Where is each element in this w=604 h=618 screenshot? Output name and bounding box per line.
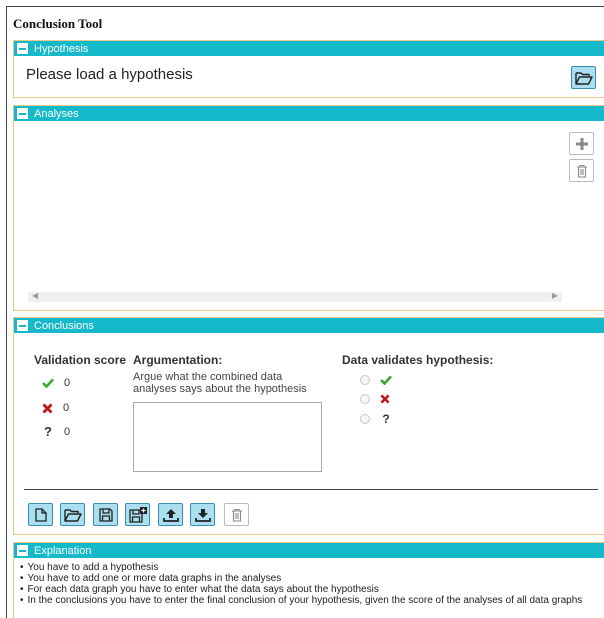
radio-rejected[interactable] [360,394,370,404]
analyses-header: Analyses [14,106,604,121]
download-icon [194,508,211,522]
conclusions-section: Conclusions Validation score Argumentati… [13,317,604,535]
new-file-button[interactable] [28,503,53,526]
save-icon [98,507,113,522]
validation-score-title: Validation score [34,353,127,367]
delete-conclusion-button[interactable] [224,503,249,526]
save-button[interactable] [93,503,118,526]
conclusions-header: Conclusions [14,318,604,333]
hypothesis-header-label: Hypothesis [34,42,89,55]
add-analysis-button[interactable] [569,132,594,155]
list-item: For each data graph you have to enter wh… [20,584,582,595]
score-confirmed-value: 0 [64,377,71,389]
question-icon: ? [44,424,52,439]
download-button[interactable] [190,503,215,526]
question-icon: ? [382,412,390,426]
explanation-header-label: Explanation [34,544,92,557]
check-icon [42,378,54,388]
score-unknown-value: 0 [64,425,71,438]
app-title: Conclusion Tool [13,16,103,31]
hypothesis-placeholder: Please load a hypothesis [26,66,193,83]
score-unknown-row: ? 0 [42,424,70,439]
load-hypothesis-button[interactable] [571,66,596,89]
analyses-section: Analyses ◀ ▶ [13,105,604,311]
explanation-section: Explanation You have to add a hypothesis… [13,542,604,618]
scroll-left-arrow-icon[interactable]: ◀ [32,291,38,300]
list-item: You have to add a hypothesis [20,562,582,573]
argumentation-textarea[interactable] [133,402,322,472]
save-as-icon [128,506,147,523]
explanation-list: You have to add a hypothesis You have to… [20,562,583,606]
score-rejected-row: 0 [42,402,69,414]
new-file-icon [34,507,47,522]
list-item: You have to add one or more data graphs … [20,573,582,584]
collapse-analyses-button[interactable] [17,108,28,119]
trash-icon [231,508,242,522]
open-folder-icon [63,508,82,522]
cross-icon [42,403,53,413]
collapse-explanation-button[interactable] [17,545,28,556]
validation-option-unknown[interactable]: ? [360,412,392,426]
collapse-hypothesis-button[interactable] [17,43,28,54]
hypothesis-section: Hypothesis Please load a hypothesis [13,40,604,98]
collapse-conclusions-button[interactable] [17,320,28,331]
cross-icon [380,394,390,404]
open-file-button[interactable] [60,503,85,526]
validation-option-confirmed[interactable] [360,375,392,385]
hypothesis-header: Hypothesis [14,41,604,56]
argumentation-title: Argumentation: [133,353,223,367]
save-as-button[interactable] [125,503,150,526]
score-confirmed-row: 0 [42,377,70,389]
argumentation-hint: Argue what the combined data analyses sa… [133,371,307,395]
conclusions-header-label: Conclusions [34,319,94,332]
plus-icon [575,137,588,150]
upload-button[interactable] [158,503,183,526]
conclusions-divider [24,489,598,490]
folder-open-icon [574,71,593,85]
validation-option-rejected[interactable] [360,394,390,404]
radio-unknown[interactable] [360,414,370,424]
check-icon [380,375,392,385]
list-item: In the conclusions you have to enter the… [20,595,583,606]
scroll-right-arrow-icon[interactable]: ▶ [552,291,558,300]
score-rejected-value: 0 [63,402,70,414]
data-validates-title: Data validates hypothesis: [342,353,494,367]
delete-analysis-button[interactable] [569,159,594,182]
analyses-horizontal-scrollbar[interactable]: ◀ ▶ [28,291,562,302]
analyses-header-label: Analyses [34,107,79,120]
trash-icon [576,164,587,178]
radio-confirmed[interactable] [360,375,370,385]
explanation-header: Explanation [14,543,604,558]
upload-icon [162,508,179,522]
